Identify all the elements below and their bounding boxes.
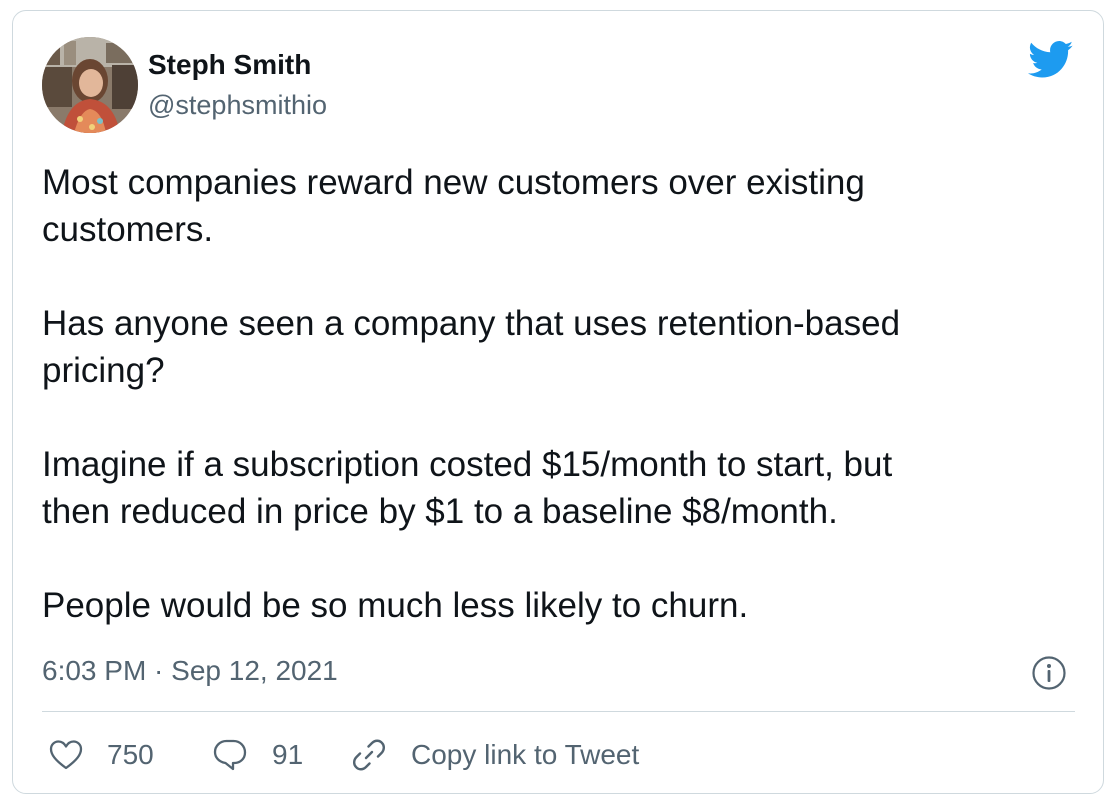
author-name[interactable]: Steph Smith — [148, 49, 311, 81]
tweet-paragraph: People would be so much less likely to c… — [42, 586, 749, 625]
info-icon[interactable] — [1031, 655, 1067, 691]
tweet-paragraph: Most companies reward new customers over… — [42, 163, 865, 249]
reply-bubble-icon — [212, 738, 248, 772]
tweet-card: Steph Smith @stephsmithio Most companies… — [12, 10, 1104, 794]
divider — [42, 711, 1075, 712]
tweet-paragraph: Imagine if a subscription costed $15/mon… — [42, 445, 893, 531]
like-count: 750 — [107, 739, 154, 770]
reply-button[interactable]: 91 — [212, 733, 303, 777]
like-button[interactable]: 750 — [49, 733, 154, 777]
profile-photo-icon — [42, 37, 138, 133]
twitter-bird-icon[interactable] — [1028, 41, 1074, 79]
tweet-paragraph: Has anyone seen a company that uses rete… — [42, 304, 901, 390]
tweet-timestamp[interactable]: 6:03 PM · Sep 12, 2021 — [42, 655, 338, 687]
copy-link-label: Copy link to Tweet — [411, 739, 640, 770]
copy-link-button[interactable]: Copy link to Tweet — [351, 733, 639, 777]
link-icon — [351, 737, 387, 773]
avatar[interactable] — [42, 37, 138, 133]
heart-icon — [49, 739, 83, 771]
author-handle[interactable]: @stephsmithio — [148, 90, 327, 121]
reply-count: 91 — [272, 739, 304, 770]
tweet-body: Most companies reward new customers over… — [42, 159, 1082, 676]
